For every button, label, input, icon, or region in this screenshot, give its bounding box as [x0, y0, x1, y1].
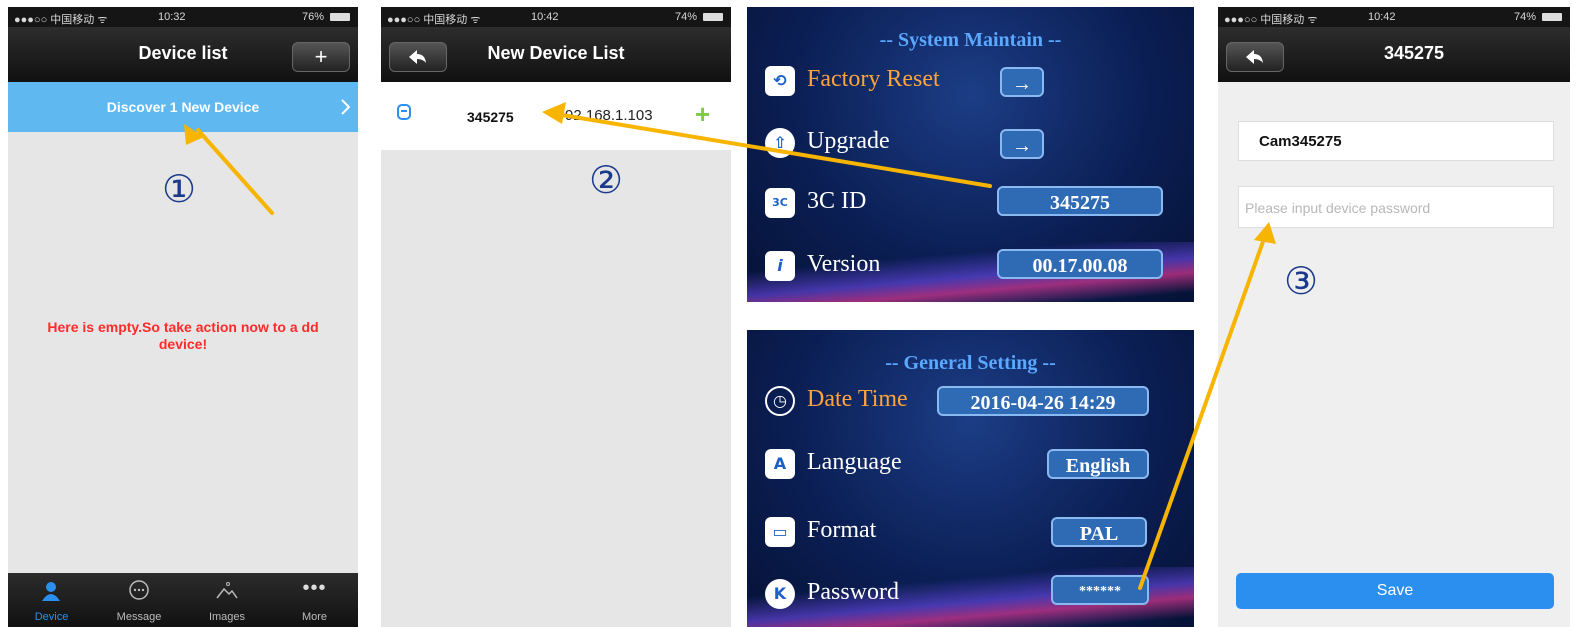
- arrow-1: [196, 128, 274, 215]
- annotation-arrows: [184, 102, 1276, 590]
- arrow-3: [1138, 234, 1267, 590]
- arrow-2: [554, 112, 992, 188]
